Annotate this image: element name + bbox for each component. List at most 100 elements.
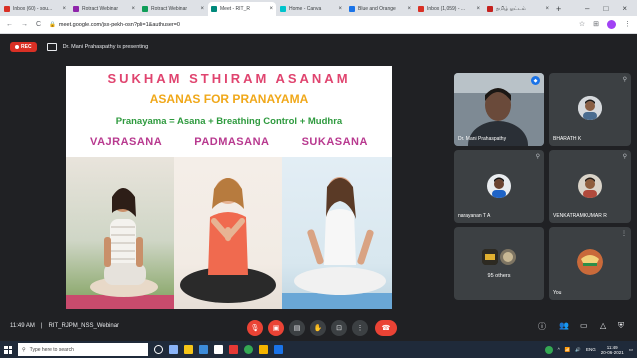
extensions-icon[interactable]: ⊞ bbox=[593, 20, 599, 29]
browser-tab[interactable]: Meet - RIT_R × bbox=[208, 2, 276, 16]
browser-tab[interactable]: Blue and Orange × bbox=[346, 2, 414, 16]
browser-tab[interactable]: Inbox (60) - sou... × bbox=[1, 2, 69, 16]
participant-name: You bbox=[553, 290, 562, 296]
tray-expand-icon[interactable]: ^ bbox=[558, 347, 560, 352]
tab-title: Home - Canva bbox=[289, 6, 322, 12]
taskbar-clock[interactable]: 11:49 20-06-2021 bbox=[601, 345, 624, 355]
present-button[interactable]: ⊡ bbox=[331, 320, 347, 336]
slide-formula: Pranayama = Asana + Breathing Control + … bbox=[115, 116, 343, 127]
participant-tile-others[interactable]: 95 others bbox=[454, 227, 544, 300]
reload-button[interactable]: C bbox=[36, 21, 41, 28]
tab-favicon-icon bbox=[280, 6, 286, 12]
close-tab-icon[interactable]: × bbox=[269, 6, 273, 12]
avatar bbox=[578, 174, 602, 198]
pin-icon[interactable]: ⚲ bbox=[623, 76, 627, 83]
search-icon: ⚲ bbox=[22, 346, 26, 353]
tray-app-icon[interactable] bbox=[544, 345, 553, 354]
close-tab-icon[interactable]: × bbox=[62, 6, 66, 12]
present-screen-icon bbox=[46, 43, 57, 51]
people-icon[interactable]: 👥 bbox=[559, 321, 569, 330]
new-tab-button[interactable]: + bbox=[556, 2, 561, 16]
windows-start-icon[interactable] bbox=[4, 345, 12, 354]
present-icon: ⊡ bbox=[336, 325, 342, 332]
slide-title: SUKHAM STHIRAM ASANAM bbox=[107, 71, 351, 86]
more-options-button[interactable]: ⋮ bbox=[352, 320, 368, 336]
info-icon[interactable]: ⓘ bbox=[538, 321, 546, 332]
network-icon[interactable]: 📶 bbox=[565, 347, 571, 353]
captions-icon: ▤ bbox=[293, 325, 301, 332]
tab-title: Rotract Webinar bbox=[151, 6, 188, 12]
participant-tile-narayanan[interactable]: ⚲ narayanan T A bbox=[454, 150, 544, 223]
meet-control-bar: 11:49 AM | RIT_RJPM_NSS_Webinar 🎙 ▣ ▤ ✋ … bbox=[0, 315, 637, 341]
mic-off-button[interactable]: 🎙 bbox=[247, 320, 263, 336]
tab-favicon-icon bbox=[4, 6, 10, 12]
file-explorer-icon[interactable] bbox=[184, 345, 193, 354]
avatar bbox=[578, 96, 602, 120]
meeting-details[interactable]: 11:49 AM | RIT_RJPM_NSS_Webinar bbox=[10, 323, 119, 329]
app-icon[interactable] bbox=[259, 345, 268, 354]
participant-tile-bharath[interactable]: ⚲ BHARATH K bbox=[549, 73, 631, 146]
taskbar-search-box[interactable]: ⚲ Type here to search bbox=[18, 343, 148, 356]
browser-tab[interactable]: தமிழ் ஓட்டம் × bbox=[484, 2, 552, 16]
search-placeholder: Type here to search bbox=[29, 346, 74, 353]
star-icon[interactable]: ☆ bbox=[579, 20, 585, 29]
address-bar: ← → C 🔒 meet.google.com/jsx-pekh-osn?pli… bbox=[0, 16, 637, 34]
close-window-button[interactable]: × bbox=[622, 2, 627, 16]
browser-tab[interactable]: Inbox (1,059) - ... × bbox=[415, 2, 483, 16]
maximize-button[interactable]: □ bbox=[603, 2, 608, 16]
close-tab-icon[interactable]: × bbox=[407, 6, 411, 12]
cortana-icon[interactable] bbox=[154, 345, 163, 354]
tab-favicon-icon bbox=[142, 6, 148, 12]
tab-title: Meet - RIT_R bbox=[220, 6, 251, 12]
forward-button[interactable]: → bbox=[21, 21, 28, 28]
close-tab-icon[interactable]: × bbox=[200, 6, 204, 12]
office-icon[interactable] bbox=[229, 345, 238, 354]
browser-tab[interactable]: Home - Canva × bbox=[277, 2, 345, 16]
hangup-icon: ☎ bbox=[381, 325, 391, 332]
menu-icon[interactable]: ⋮ bbox=[624, 20, 631, 29]
profile-avatar[interactable] bbox=[607, 20, 616, 29]
meet-top-bar: REC Dr. Mani Prahaspathy is presenting bbox=[0, 34, 637, 60]
volume-icon[interactable]: 🔊 bbox=[575, 347, 581, 353]
browser-tab[interactable]: Rotract Webinar × bbox=[139, 2, 207, 16]
participant-tile-you[interactable]: ⋮ You bbox=[549, 227, 631, 300]
close-tab-icon[interactable]: × bbox=[131, 6, 135, 12]
others-count: 95 others bbox=[487, 273, 511, 279]
edge-icon[interactable] bbox=[199, 345, 208, 354]
raise-hand-button[interactable]: ✋ bbox=[310, 320, 326, 336]
notifications-icon[interactable]: ▭ bbox=[629, 347, 633, 353]
store-icon[interactable] bbox=[214, 345, 223, 354]
minimize-button[interactable]: – bbox=[585, 2, 589, 16]
presenting-text: Dr. Mani Prahaspathy is presenting bbox=[62, 44, 149, 50]
chat-icon[interactable]: ▭ bbox=[580, 321, 588, 330]
chrome-icon[interactable] bbox=[244, 345, 253, 354]
meeting-name: RIT_RJPM_NSS_Webinar bbox=[48, 323, 120, 329]
word-icon[interactable] bbox=[274, 345, 283, 354]
captions-button[interactable]: ▤ bbox=[289, 320, 305, 336]
camera-off-button[interactable]: ▣ bbox=[268, 320, 284, 336]
close-tab-icon[interactable]: × bbox=[476, 6, 480, 12]
camera-off-icon: ▣ bbox=[272, 325, 280, 332]
participant-tile-venkatramkumar[interactable]: ⚲ VENKATRAMKUMAR R bbox=[549, 150, 631, 223]
participant-tile-presenter[interactable]: ◆ Dr. Mani Prahaspathy bbox=[454, 73, 544, 146]
avatar bbox=[487, 174, 511, 198]
pin-icon[interactable]: ⚲ bbox=[536, 153, 540, 160]
activities-icon[interactable]: △ bbox=[600, 321, 606, 330]
avatar bbox=[500, 249, 516, 265]
browser-tab[interactable]: Rotract Webinar × bbox=[70, 2, 138, 16]
language-indicator[interactable]: ENG bbox=[586, 347, 596, 352]
pin-icon[interactable]: ⚲ bbox=[623, 153, 627, 160]
windows-taskbar: ⚲ Type here to search ^ 📶 🔊 ENG 11:49 20… bbox=[0, 341, 637, 358]
meeting-details-separator: | bbox=[40, 323, 43, 329]
asana-labels: VAJRASANA PADMASANA SUKASANA bbox=[66, 136, 392, 148]
back-button[interactable]: ← bbox=[6, 21, 13, 28]
close-tab-icon[interactable]: × bbox=[545, 6, 549, 12]
host-controls-icon[interactable]: ⛨ bbox=[618, 321, 624, 331]
url-field[interactable]: 🔒 meet.google.com/jsx-pekh-osn?pli=1&aut… bbox=[49, 22, 180, 28]
more-options-icon[interactable]: ⋮ bbox=[621, 230, 627, 237]
task-view-icon[interactable] bbox=[169, 345, 178, 354]
close-tab-icon[interactable]: × bbox=[338, 6, 342, 12]
tab-title: Inbox (60) - sou... bbox=[13, 6, 53, 12]
leave-call-button[interactable]: ☎ bbox=[375, 320, 397, 336]
browser-tab-strip: Inbox (60) - sou... × Rotract Webinar × Rotr… bbox=[0, 0, 637, 16]
